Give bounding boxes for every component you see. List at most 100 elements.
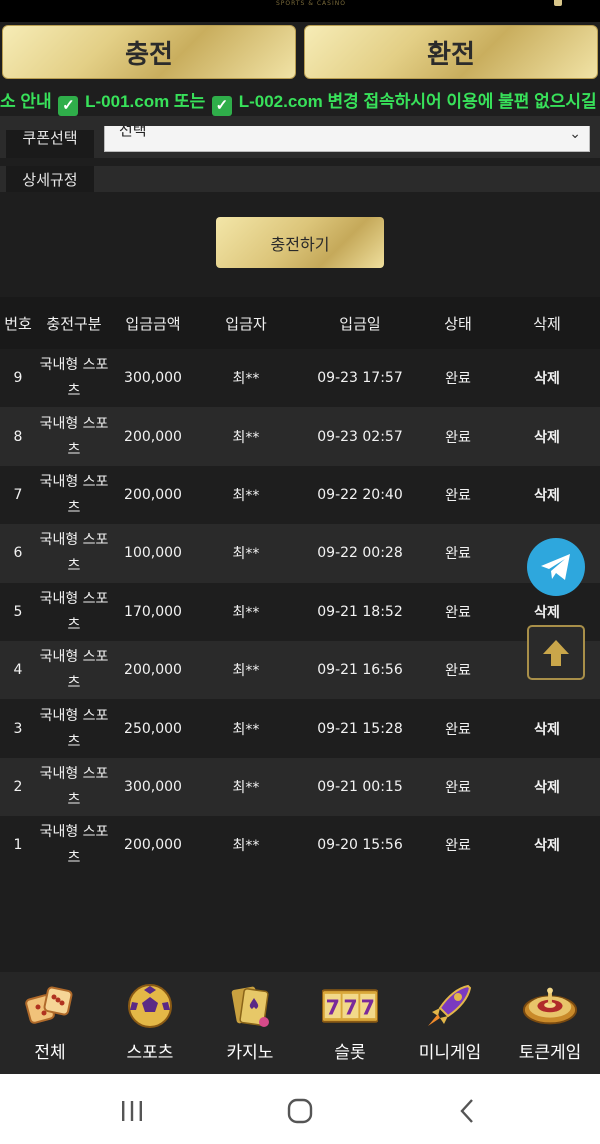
header-amount: 입금금액 — [112, 297, 194, 349]
delete-button[interactable]: 삭제 — [494, 816, 600, 875]
charge-tab-button[interactable]: 충전 — [2, 25, 296, 79]
cell-status: 완료 — [422, 465, 494, 525]
cell-depositor: 최** — [194, 699, 298, 758]
telegram-button[interactable] — [527, 538, 585, 596]
cell-amount: 250,000 — [112, 699, 194, 758]
nav-label: 전체 — [34, 1043, 66, 1063]
cell-amount: 300,000 — [112, 757, 194, 817]
cell-category: 국내형 스포츠 — [36, 524, 112, 583]
cell-depositor: 최** — [194, 349, 298, 408]
cell-date: 09-23 02:57 — [298, 407, 422, 466]
cell-amount: 200,000 — [112, 816, 194, 875]
cell-depositor: 최** — [194, 582, 298, 641]
cell-no: 4 — [0, 640, 36, 700]
soccer-ball-icon — [122, 982, 178, 1030]
cell-status: 완료 — [422, 640, 494, 700]
cell-amount: 300,000 — [112, 349, 194, 408]
cell-depositor: 최** — [194, 640, 298, 700]
cell-date: 09-21 16:56 — [298, 640, 422, 700]
telegram-icon — [541, 554, 570, 580]
svg-text:7: 7 — [343, 995, 357, 1019]
cell-depositor: 최** — [194, 816, 298, 875]
cell-status: 완료 — [422, 816, 494, 875]
cell-date: 09-22 20:40 — [298, 465, 422, 525]
cell-no: 1 — [0, 816, 36, 875]
cell-amount: 200,000 — [112, 465, 194, 525]
scroll-top-button[interactable] — [527, 625, 585, 680]
delete-button[interactable]: 삭제 — [494, 465, 600, 525]
coupon-label: 쿠폰선택 — [6, 130, 94, 158]
cell-category: 국내형 스포츠 — [36, 407, 112, 466]
cell-no: 2 — [0, 757, 36, 817]
logo: SPORTS & CASINO — [276, 0, 346, 7]
header-depositor: 입금자 — [194, 297, 298, 349]
cell-no: 8 — [0, 407, 36, 466]
top-bar: SPORTS & CASINO — [0, 0, 600, 22]
notice-prefix: 소 안내 — [0, 92, 52, 111]
cell-date: 09-21 18:52 — [298, 582, 422, 641]
nav-label: 카지노 — [226, 1043, 274, 1063]
coupon-row: 쿠폰선택 선택 ⌄ — [0, 116, 600, 158]
cell-no: 6 — [0, 524, 36, 583]
nav-item-token-game[interactable]: 토큰게임 — [500, 972, 600, 1074]
table-row: 8 국내형 스포츠 200,000 최** 09-23 02:57 완료 삭제 — [0, 407, 600, 466]
exchange-tab-button[interactable]: 환전 — [304, 25, 598, 79]
cell-amount: 200,000 — [112, 640, 194, 700]
rocket-icon — [422, 982, 478, 1030]
cell-no: 3 — [0, 699, 36, 758]
cell-category: 국내형 스포츠 — [36, 816, 112, 875]
cell-date: 09-20 15:56 — [298, 816, 422, 875]
cell-status: 완료 — [422, 349, 494, 408]
svg-text:7: 7 — [326, 995, 340, 1019]
cell-status: 완료 — [422, 407, 494, 466]
back-button[interactable] — [448, 1098, 488, 1124]
cell-depositor: 최** — [194, 465, 298, 525]
cell-amount: 200,000 — [112, 407, 194, 466]
nav-item-slot[interactable]: 7 7 7 슬롯 — [300, 972, 400, 1074]
coupon-select-value: 선택 — [119, 121, 147, 139]
cell-no: 9 — [0, 349, 36, 408]
table-row: 7 국내형 스포츠 200,000 최** 09-22 20:40 완료 삭제 — [0, 465, 600, 525]
cell-category: 국내형 스포츠 — [36, 582, 112, 641]
cell-category: 국내형 스포츠 — [36, 349, 112, 408]
check-icon: ✓ — [58, 96, 79, 116]
cell-category: 국내형 스포츠 — [36, 640, 112, 700]
back-icon — [460, 1099, 473, 1123]
cell-status: 완료 — [422, 757, 494, 817]
cell-category: 국내형 스포츠 — [36, 465, 112, 525]
table-row: 9 국내형 스포츠 300,000 최** 09-23 17:57 완료 삭제 — [0, 349, 600, 408]
table-header-row: 번호 충전구분 입금금액 입금자 입금일 상태 삭제 — [0, 297, 600, 349]
nav-item-sports[interactable]: 스포츠 — [100, 972, 200, 1074]
slot-777-icon: 7 7 7 — [322, 982, 378, 1030]
cell-category: 국내형 스포츠 — [36, 757, 112, 817]
notice-marquee: 소 안내 ✓ L-001.com 또는 ✓ L-002.com 변경 접속하시어… — [0, 88, 600, 116]
delete-button[interactable]: 삭제 — [494, 699, 600, 758]
chevron-down-icon: ⌄ — [569, 126, 581, 142]
home-button[interactable] — [280, 1098, 320, 1124]
recent-apps-button[interactable] — [112, 1098, 152, 1124]
coupon-select[interactable]: 선택 ⌄ — [104, 121, 590, 152]
nav-label: 스포츠 — [126, 1043, 174, 1063]
dice-icon — [22, 982, 78, 1030]
delete-button[interactable]: 삭제 — [494, 349, 600, 408]
table-row: 1 국내형 스포츠 200,000 최** 09-20 15:56 완료 삭제 — [0, 816, 600, 875]
charge-submit-button[interactable]: 충전하기 — [216, 217, 384, 268]
cell-category: 국내형 스포츠 — [36, 699, 112, 758]
recent-apps-icon — [122, 1101, 142, 1121]
delete-button[interactable]: 삭제 — [494, 407, 600, 466]
nav-label: 미니게임 — [418, 1043, 482, 1063]
cell-amount: 170,000 — [112, 582, 194, 641]
header-category: 충전구분 — [36, 297, 112, 349]
delete-button[interactable]: 삭제 — [494, 757, 600, 817]
nav-item-casino[interactable]: 카지노 — [200, 972, 300, 1074]
header-no: 번호 — [0, 297, 36, 349]
cell-date: 09-21 00:15 — [298, 757, 422, 817]
nav-item-minigame[interactable]: 미니게임 — [400, 972, 500, 1074]
notice-link-2: L-002.com 변경 접속하시어 이용에 불편 없으시길 — [238, 92, 597, 111]
cell-depositor: 최** — [194, 524, 298, 583]
menu-icon[interactable] — [554, 0, 562, 6]
nav-item-all[interactable]: 전체 — [0, 972, 100, 1074]
arrow-up-icon — [543, 639, 569, 666]
header-date: 입금일 — [298, 297, 422, 349]
header-delete: 삭제 — [494, 297, 600, 349]
